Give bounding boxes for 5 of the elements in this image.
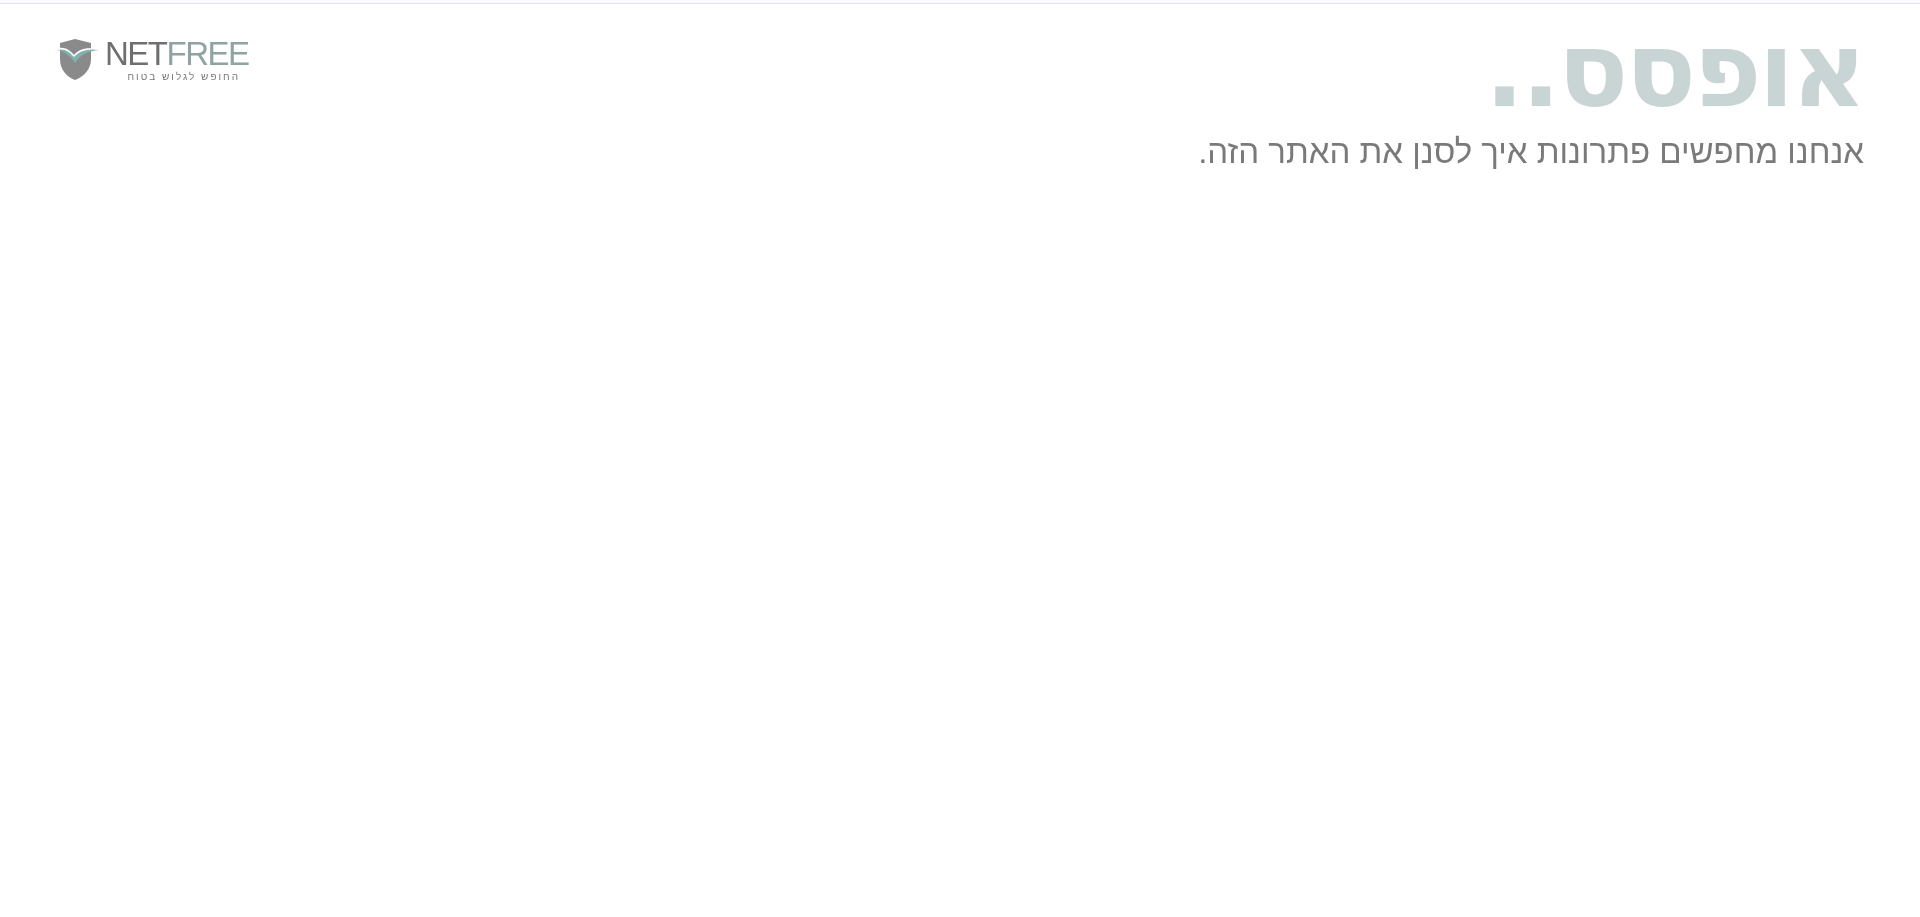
logo-text: NET	[105, 37, 167, 70]
shield-icon	[55, 37, 101, 81]
logo-tagline: החופש לגלוש בטוח	[126, 72, 240, 82]
error-message: אנחנו מחפשים פתרונות איך לסנן את האתר הזה.	[1198, 132, 1864, 172]
logo-text: FREE	[166, 37, 249, 70]
